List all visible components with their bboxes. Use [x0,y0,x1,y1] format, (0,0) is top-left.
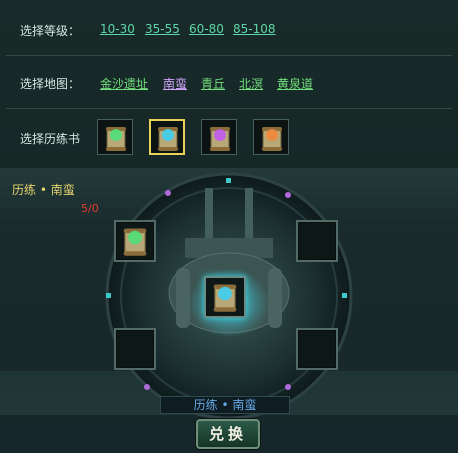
map-option-beiming[interactable]: 北溟 [239,75,263,92]
material-slot-top-right[interactable] [296,220,338,262]
book-slot-green[interactable] [97,119,133,155]
map-row-label: 选择地图： [20,77,81,91]
material-slot-top-left[interactable] [114,220,156,262]
orange-scroll-icon [262,127,282,151]
level-row-label: 选择等级： [20,24,81,38]
level-option-35-55[interactable]: 35-55 [145,22,180,36]
material-slot-bottom-right[interactable] [296,328,338,370]
exchange-button[interactable]: 兑换 [196,419,260,449]
purple-scroll-icon [210,127,230,151]
exchange-panel: 选择等级： 10-30 35-55 60-80 85-108 选择地图： 金沙遗… [0,0,458,453]
green-scroll-icon [123,228,147,256]
level-option-10-30[interactable]: 10-30 [100,22,135,36]
result-label: 历练 • 南蛮 [160,396,290,414]
separator [6,55,452,56]
blue-scroll-icon [213,284,237,312]
material-slot-bottom-left[interactable] [114,328,156,370]
synthesis-title: 历练 • 南蛮 [12,183,75,197]
map-option-jinsha[interactable]: 金沙遗址 [100,75,148,92]
separator [6,108,452,109]
level-option-85-108[interactable]: 85-108 [233,22,276,36]
level-option-60-80[interactable]: 60-80 [189,22,224,36]
book-slot-orange[interactable] [253,119,289,155]
book-slot-blue[interactable] [149,119,185,155]
map-option-qingqiu[interactable]: 青丘 [201,75,225,92]
material-count: 5/0 [81,202,99,215]
map-option-nanman[interactable]: 南蛮 [163,75,187,92]
green-scroll-icon [106,127,126,151]
book-row-label: 选择历练书 [20,132,81,146]
blue-scroll-icon [158,127,178,151]
map-option-huangquandao[interactable]: 黄泉道 [277,75,313,92]
result-slot[interactable] [204,276,246,318]
book-slot-purple[interactable] [201,119,237,155]
